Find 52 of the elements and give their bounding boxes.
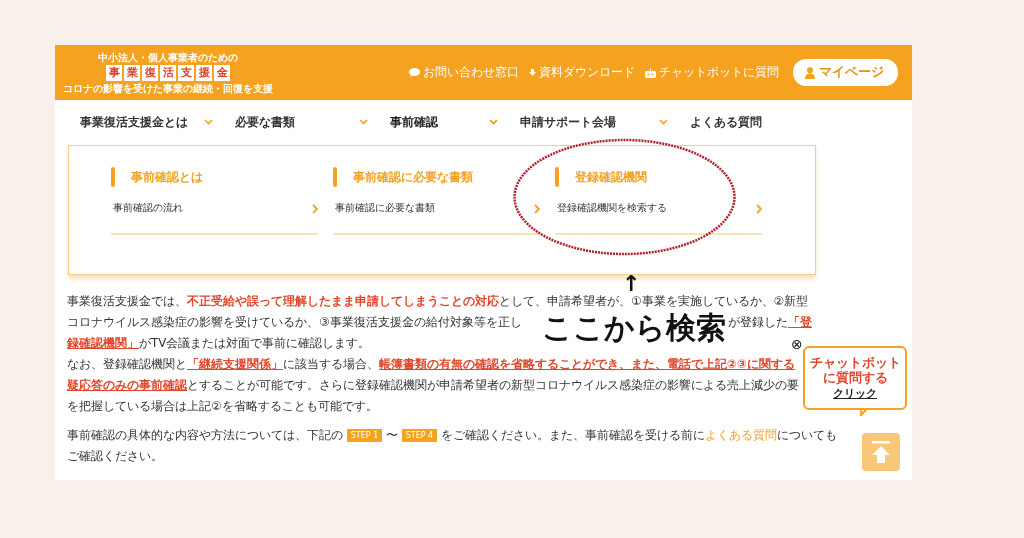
body-text: をご確認ください。また、事前確認を受ける前に — [439, 427, 705, 444]
body-text: を把握している場合は上記②を省略することも可能です。 — [67, 398, 378, 415]
arrow-up-icon — [871, 441, 891, 463]
body-text: についても — [776, 427, 837, 444]
menu-link[interactable]: 事前確認の流れ — [111, 188, 318, 235]
nav-item[interactable]: 必要な書類 — [235, 114, 390, 130]
chevron-right-icon — [534, 203, 540, 214]
text-link[interactable]: 録確認機関」 — [67, 335, 139, 352]
nav-item[interactable]: よくある質問 — [690, 114, 820, 130]
menu-heading: 登録確認機関 — [555, 166, 762, 188]
chatbot-bubble[interactable]: チャットボット に質問する クリック — [803, 346, 907, 410]
nav-item[interactable]: 事前確認 — [390, 114, 520, 130]
person-icon — [805, 66, 815, 79]
text-link[interactable]: 疑応答のみの事前確認 — [67, 377, 187, 394]
body-text: として、申請希望者が、①事業を実施しているか、②新型 — [499, 293, 809, 310]
body-text: 事前確認の具体的な内容や方法については、下記の — [67, 427, 344, 444]
logo-tagline: 中小法人・個人事業者のための — [98, 51, 238, 63]
menu-heading: 事前確認とは — [111, 166, 318, 188]
logo-title[interactable]: 事業復活支援金 — [106, 64, 230, 81]
nav-item[interactable]: 事業復活支援金とは — [80, 114, 235, 130]
body-text: なお、登録確認機関と — [67, 356, 187, 373]
chevron-right-icon — [312, 203, 318, 214]
close-icon[interactable]: ⊗ — [791, 336, 803, 352]
body-text: ご確認ください。 — [67, 448, 163, 465]
bubble-text: に質問する — [822, 370, 888, 385]
menu-link[interactable]: 事前確認に必要な書類 — [333, 188, 540, 235]
body-text: とすることが可能です。さらに登録確認機関が申請希望者の新型コロナウイルス感染症の影響による売上減少の要 — [187, 377, 799, 394]
body-text: 〜 — [384, 427, 399, 444]
text-link[interactable]: 「継続支援関係」 — [187, 356, 283, 373]
body-text: 事業復活支援金では、 — [67, 293, 187, 310]
annotation-label: ここから検索 — [542, 312, 726, 344]
download-icon — [529, 69, 536, 76]
nav-item[interactable]: 申請サポート会場 — [520, 114, 690, 130]
body-text: に該当する場合、 — [283, 356, 379, 373]
back-to-top-button[interactable] — [862, 433, 900, 471]
step-badge: STEP 1 — [346, 429, 383, 442]
robot-icon — [645, 67, 656, 78]
bubble-text: チャットボット — [809, 355, 901, 370]
logo-tagline: コロナの影響を受けた事業の継続・回復を支援 — [63, 82, 273, 94]
click-link[interactable]: クリック — [833, 387, 877, 401]
body-text: コロナウイルス感染症の影響を受けているか、③事業復活支援金の給付対象等を正し — [67, 314, 522, 331]
text-link[interactable]: 帳簿書類の有無の確認を省略することができ、また、電話で上記②③に関する — [379, 356, 795, 373]
arrow-annotation: ↑ — [622, 272, 641, 296]
speech-bubble-icon — [409, 68, 420, 77]
body-text: がTV会議または対面で事前に確認します。 — [139, 335, 371, 352]
text-link[interactable]: 「登 — [788, 314, 812, 331]
step-badge: STEP 4 — [401, 429, 438, 442]
body-text: 不正受給や誤って理解したまま申請してしまうことの対応 — [187, 293, 499, 310]
body-text: が登録した — [728, 314, 788, 331]
menu-heading: 事前確認に必要な書類 — [333, 166, 540, 188]
chevron-right-icon — [756, 203, 762, 214]
menu-link[interactable]: 登録確認機関を検索する — [555, 188, 762, 235]
